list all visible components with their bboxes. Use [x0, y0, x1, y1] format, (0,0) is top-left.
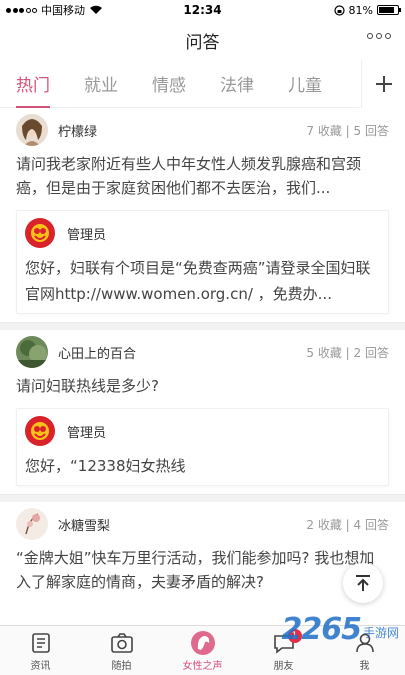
arrow-up-icon [356, 575, 370, 591]
question-author[interactable]: 冰糖雪梨 [58, 515, 306, 534]
question-stats: 7 收藏 | 5 回答 [306, 123, 389, 138]
tab-law[interactable]: 法律 [220, 71, 254, 96]
question-stats: 2 收藏 | 4 回答 [306, 517, 389, 532]
divider [0, 322, 405, 330]
womens-federation-logo-icon [25, 218, 55, 248]
question-author[interactable]: 心田上的百合 [58, 343, 306, 362]
status-left: 中国移动 [6, 2, 103, 18]
question-author[interactable]: 柠檬绿 [58, 121, 306, 140]
more-options-button[interactable] [367, 33, 391, 39]
nav-profile[interactable]: 我 [324, 626, 405, 675]
answer-block[interactable]: 管理员 您好，妇联有个项目是“免费查两癌”请登录全国妇联官网http://www… [16, 210, 389, 314]
question-stats: 5 收藏 | 2 回答 [306, 345, 389, 360]
divider [0, 494, 405, 502]
tab-hot[interactable]: 热门 [16, 71, 50, 108]
answer-author: 管理员 [67, 227, 107, 243]
category-tabs: 热门 就业 情感 法律 儿童 [0, 60, 405, 108]
profile-icon [352, 630, 378, 656]
camera-icon [109, 630, 135, 656]
womens-federation-logo-icon [25, 416, 55, 446]
answer-author: 管理员 [67, 425, 107, 441]
friends-badge: 1 [287, 629, 302, 643]
signal-icon [6, 7, 37, 13]
battery-percent: 81% [348, 3, 373, 17]
question-feed[interactable]: 柠檬绿 7 收藏 | 5 回答 请问我老家附近有些人中年女性人频发乳腺癌和宫颈癌… [0, 108, 405, 625]
avatar[interactable] [16, 336, 48, 368]
question-text[interactable]: 请问妇联热线是多少? [16, 374, 389, 408]
status-time: 12:34 [183, 3, 222, 17]
answer-text: 您好，“12338妇女热线 [25, 457, 186, 475]
plus-icon [375, 76, 392, 92]
wifi-icon [90, 5, 102, 14]
avatar[interactable] [16, 114, 48, 146]
add-tab-button[interactable] [361, 60, 405, 108]
nav-news[interactable]: 资讯 [0, 626, 81, 675]
scroll-to-top-button[interactable] [343, 563, 383, 603]
nav-female-voice[interactable]: 女性之声 [162, 626, 243, 675]
nav-profile-label: 我 [359, 660, 370, 672]
nav-news-label: 资讯 [30, 660, 51, 672]
status-bar: 中国移动 12:34 81% [0, 0, 405, 20]
answer-block[interactable]: 管理员 您好，“12338妇女热线 [16, 408, 389, 486]
carrier-label: 中国移动 [41, 4, 85, 17]
battery-icon [377, 5, 401, 15]
answer-text: 您好，妇联有个项目是“免费查两癌”请登录全国妇联官网http://www.wom… [25, 259, 371, 303]
nav-friends-label: 朋友 [273, 660, 294, 672]
tab-employment[interactable]: 就业 [84, 71, 118, 96]
question-text[interactable]: 请问我老家附近有些人中年女性人频发乳腺癌和宫颈癌，但是由于家庭贫困他们都不去医治… [16, 152, 389, 210]
nav-friends[interactable]: 1 朋友 [243, 626, 324, 675]
avatar[interactable] [16, 508, 48, 540]
nav-camera-label: 随拍 [111, 660, 132, 672]
rotation-lock-icon [333, 4, 345, 16]
tab-children[interactable]: 儿童 [288, 71, 322, 96]
female-voice-icon [190, 630, 216, 656]
news-icon [28, 630, 54, 656]
question-text[interactable]: “金牌大姐”快车万里行活动，我们能参加吗? 我也想加入了解家庭的情商，夫妻矛盾的… [16, 546, 389, 604]
question-card[interactable]: 柠檬绿 7 收藏 | 5 回答 请问我老家附近有些人中年女性人频发乳腺癌和宫颈癌… [0, 108, 405, 330]
bottom-nav: 资讯 随拍 女性之声 1 朋友 我 [0, 625, 405, 675]
page-header: 问答 [0, 20, 405, 60]
nav-camera[interactable]: 随拍 [81, 626, 162, 675]
question-card[interactable]: 心田上的百合 5 收藏 | 2 回答 请问妇联热线是多少? 管理员 您好，“12… [0, 330, 405, 502]
status-right: 81% [333, 3, 401, 17]
nav-female-voice-label: 女性之声 [182, 660, 223, 672]
tab-emotion[interactable]: 情感 [152, 71, 186, 96]
page-title: 问答 [185, 32, 220, 53]
